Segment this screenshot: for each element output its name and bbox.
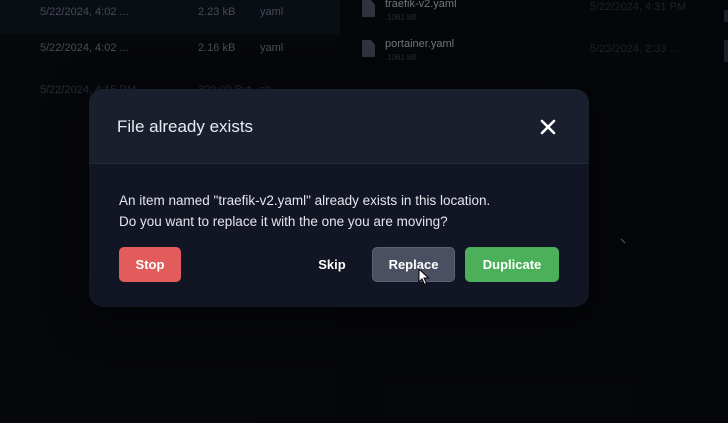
close-icon bbox=[540, 119, 556, 135]
resize-handle-icon bbox=[620, 238, 626, 244]
dialog-message: An item named "traefik-v2.yaml" already … bbox=[119, 190, 490, 232]
message-line-1: An item named "traefik-v2.yaml" already … bbox=[119, 193, 491, 208]
file-exists-dialog: File already exists An item named "traef… bbox=[89, 89, 589, 307]
close-button[interactable] bbox=[537, 116, 559, 138]
stop-button[interactable]: Stop bbox=[119, 247, 181, 282]
message-line-2: Do you want to replace it with the one y… bbox=[119, 214, 448, 229]
dialog-title: File already exists bbox=[117, 117, 254, 136]
replace-button[interactable]: Replace bbox=[372, 247, 455, 282]
dialog-header: File already exists bbox=[89, 89, 589, 164]
mouse-cursor-icon bbox=[418, 268, 430, 286]
duplicate-button[interactable]: Duplicate bbox=[465, 247, 559, 282]
skip-button[interactable]: Skip bbox=[307, 247, 357, 282]
